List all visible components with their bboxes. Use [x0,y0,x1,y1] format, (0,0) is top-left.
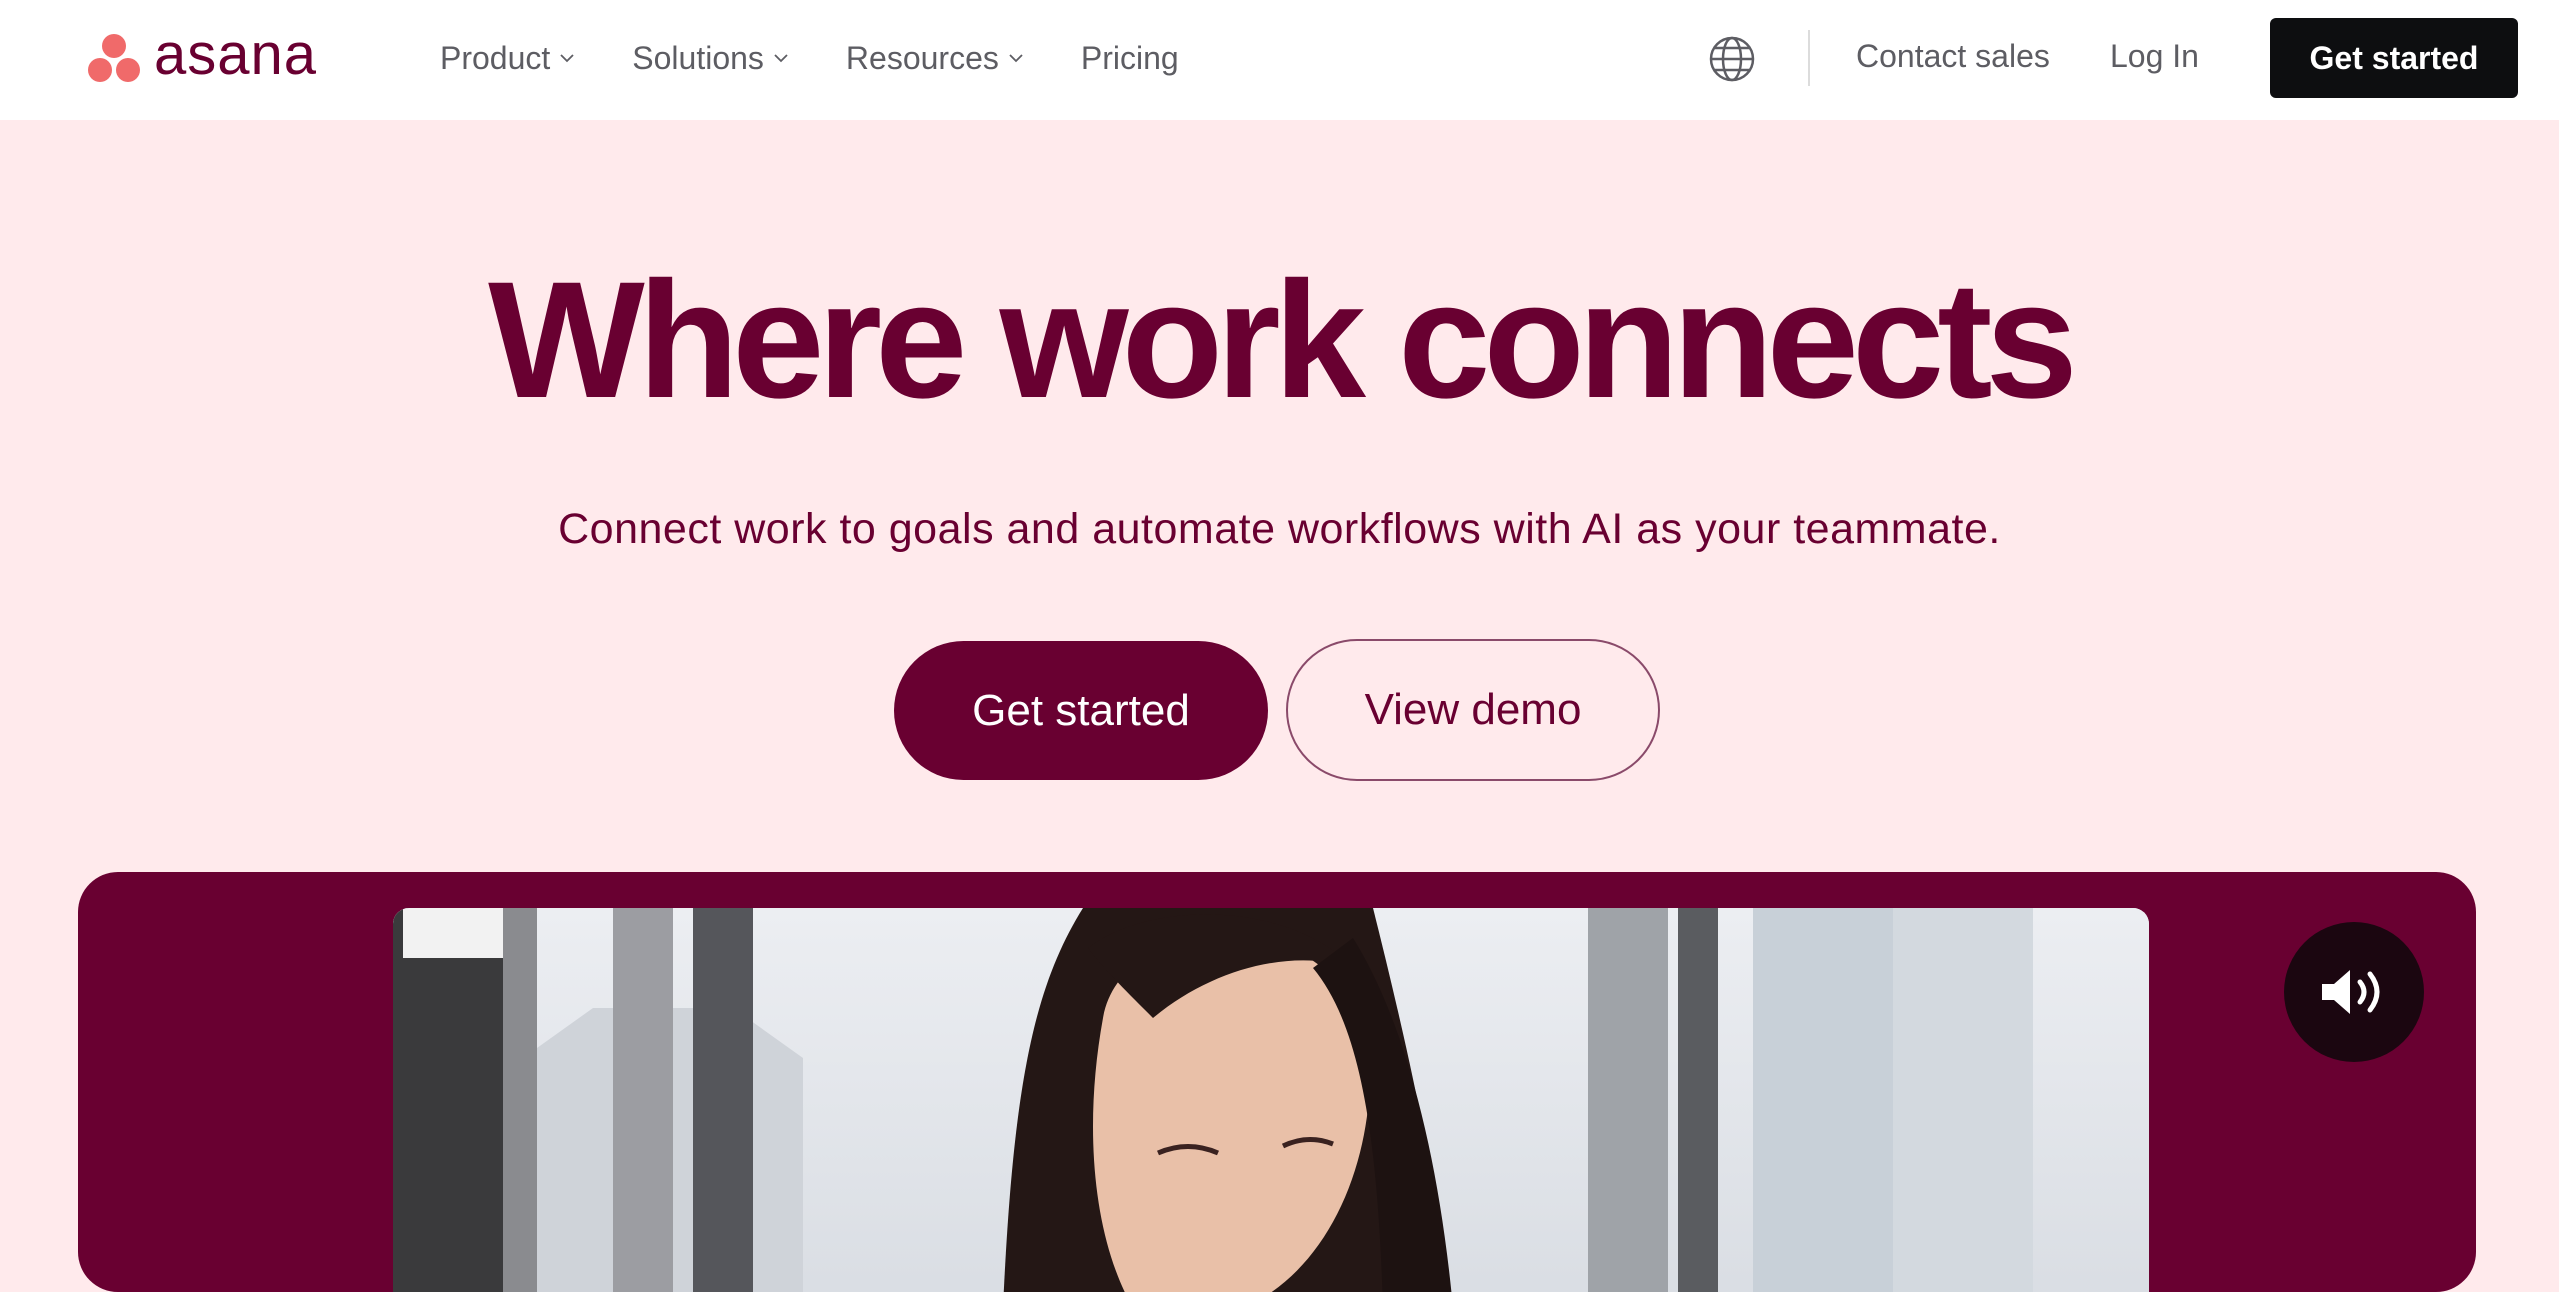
hero-get-started-button[interactable]: Get started [894,641,1268,780]
sound-toggle-button[interactable] [2284,922,2424,1062]
nav-item-pricing[interactable]: Pricing [1081,40,1179,77]
hero-media-panel [78,872,2476,1292]
primary-nav: Product Solutions Resources Pricing [440,0,1235,116]
hero-subtitle: Connect work to goals and automate workf… [558,505,2001,553]
hero-title: Where work connects [488,248,2078,433]
nav-item-label: Resources [845,39,999,76]
asana-logo-dots-icon [86,32,142,84]
header-get-started-button[interactable]: Get started [2270,18,2518,98]
nav-item-product[interactable]: Product [440,40,576,77]
video-still-image [393,908,2149,1292]
top-navigation: asana Product Solutions Resources Pricin… [0,0,2559,120]
contact-sales-link[interactable]: Contact sales [1856,38,2050,75]
nav-item-label: Product [440,39,551,76]
nav-item-label: Solutions [632,39,764,76]
header-divider [1808,30,1810,86]
chevron-down-icon [560,54,574,63]
hero-video[interactable] [393,908,2149,1292]
chevron-down-icon [774,54,788,63]
nav-item-label: Pricing [1080,39,1179,76]
speaker-volume-icon [2322,970,2380,1014]
nav-item-resources[interactable]: Resources [846,40,1025,77]
logo-wordmark: asana [154,22,318,87]
login-link[interactable]: Log In [2110,38,2199,75]
chevron-down-icon [1009,54,1023,63]
view-demo-button[interactable]: View demo [1286,639,1660,781]
nav-item-solutions[interactable]: Solutions [632,40,790,77]
asana-logo[interactable]: asana [86,26,317,86]
globe-icon[interactable] [1708,35,1756,83]
